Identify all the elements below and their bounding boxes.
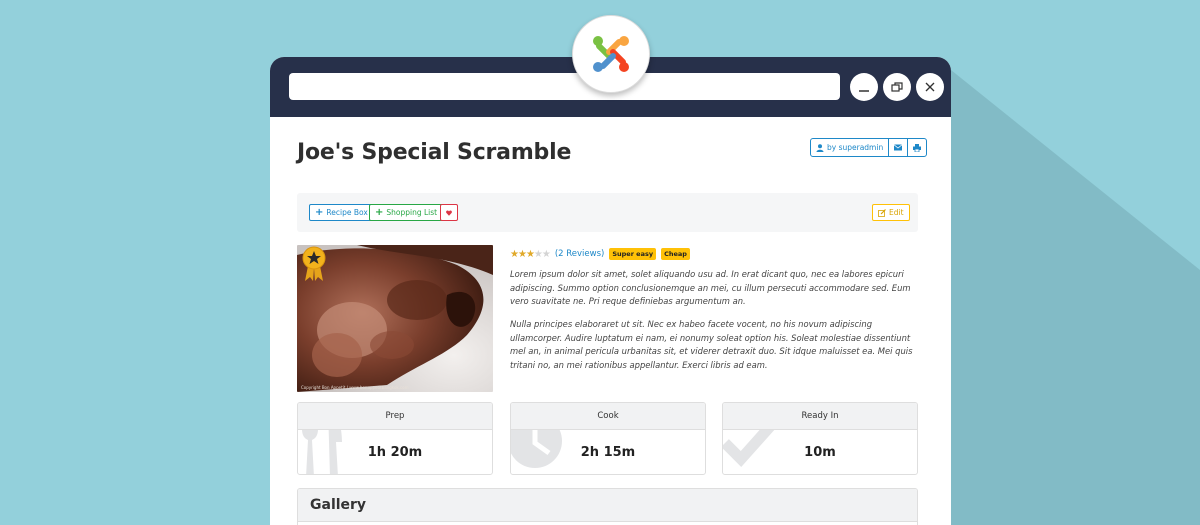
gallery-card: Gallery [297, 488, 918, 525]
plus-icon: + [375, 207, 384, 218]
minimize-button[interactable] [850, 73, 878, 101]
plus-icon: + [315, 207, 324, 218]
recipe-photo: Copyright Bon Appetit / www.bonappetitba… [297, 245, 493, 392]
envelope-icon [894, 144, 903, 151]
cook-time-card: Cook 2h 15m [510, 402, 706, 475]
page-title: Joe's Special Scramble [297, 140, 572, 165]
recipe-box-button[interactable]: + Recipe Box [309, 204, 374, 221]
prep-value: 1h 20m [367, 445, 423, 460]
shopping-list-button[interactable]: + Shopping List [369, 204, 444, 221]
prep-label: Prep [298, 403, 492, 430]
edit-label: Edit [889, 208, 904, 217]
close-button[interactable] [916, 73, 944, 101]
badge-super-easy: Super easy [609, 248, 657, 260]
restore-button[interactable] [883, 73, 911, 101]
email-button[interactable] [888, 139, 907, 156]
cook-label: Cook [511, 403, 705, 430]
edit-icon [878, 208, 886, 217]
ready-label: Ready In [723, 403, 917, 430]
close-icon [925, 82, 935, 92]
rating-line: ★★★★★ (2 Reviews) Super easy Cheap [510, 247, 690, 261]
minimize-icon [859, 90, 869, 92]
joomla-logo-badge [572, 15, 650, 93]
author-button[interactable]: by superadmin [811, 139, 888, 156]
photo-caption: Copyright Bon Appetit / www.bonappetitba… [301, 385, 409, 390]
address-bar[interactable] [289, 73, 840, 100]
roast-pork-image [297, 245, 493, 392]
browser-window: Joe's Special Scramble by superadmin + R… [270, 57, 951, 525]
favorite-button[interactable] [440, 204, 458, 221]
description-paragraph-2: Nulla principes elaboraret ut sit. Nec e… [510, 319, 913, 370]
star-filled-icon: ★ [517, 248, 527, 260]
restore-icon [891, 82, 903, 92]
star-empty-icon: ★ [541, 248, 551, 260]
gallery-title: Gallery [298, 489, 917, 522]
author-label: by superadmin [827, 143, 884, 152]
recipe-box-label: Recipe Box [326, 208, 368, 217]
print-button[interactable] [907, 139, 926, 156]
joomla-logo-icon [593, 36, 629, 72]
star-filled-icon: ★ [525, 248, 535, 260]
author-button-group: by superadmin [810, 138, 928, 157]
recipe-toolbar: + Recipe Box + Shopping List Edit [297, 193, 918, 232]
ready-time-card: Ready In 10m [722, 402, 918, 475]
cook-value: 2h 15m [580, 445, 636, 460]
print-icon [913, 143, 922, 152]
prep-time-card: Prep 1h 20m [297, 402, 493, 475]
heart-icon [446, 209, 452, 216]
star-rating: ★★★★★ [510, 248, 551, 260]
shopping-list-label: Shopping List [386, 208, 438, 217]
ready-value: 10m [804, 445, 836, 460]
edit-button[interactable]: Edit [872, 204, 910, 221]
description-paragraph-1: Lorem ipsum dolor sit amet, solet aliqua… [510, 269, 911, 307]
user-icon [816, 143, 824, 152]
badge-cheap: Cheap [661, 248, 690, 260]
award-badge-icon [302, 246, 326, 281]
star-filled-icon: ★ [510, 248, 519, 260]
star-empty-icon: ★ [533, 248, 543, 260]
reviews-link[interactable]: (2 Reviews) [555, 249, 605, 259]
